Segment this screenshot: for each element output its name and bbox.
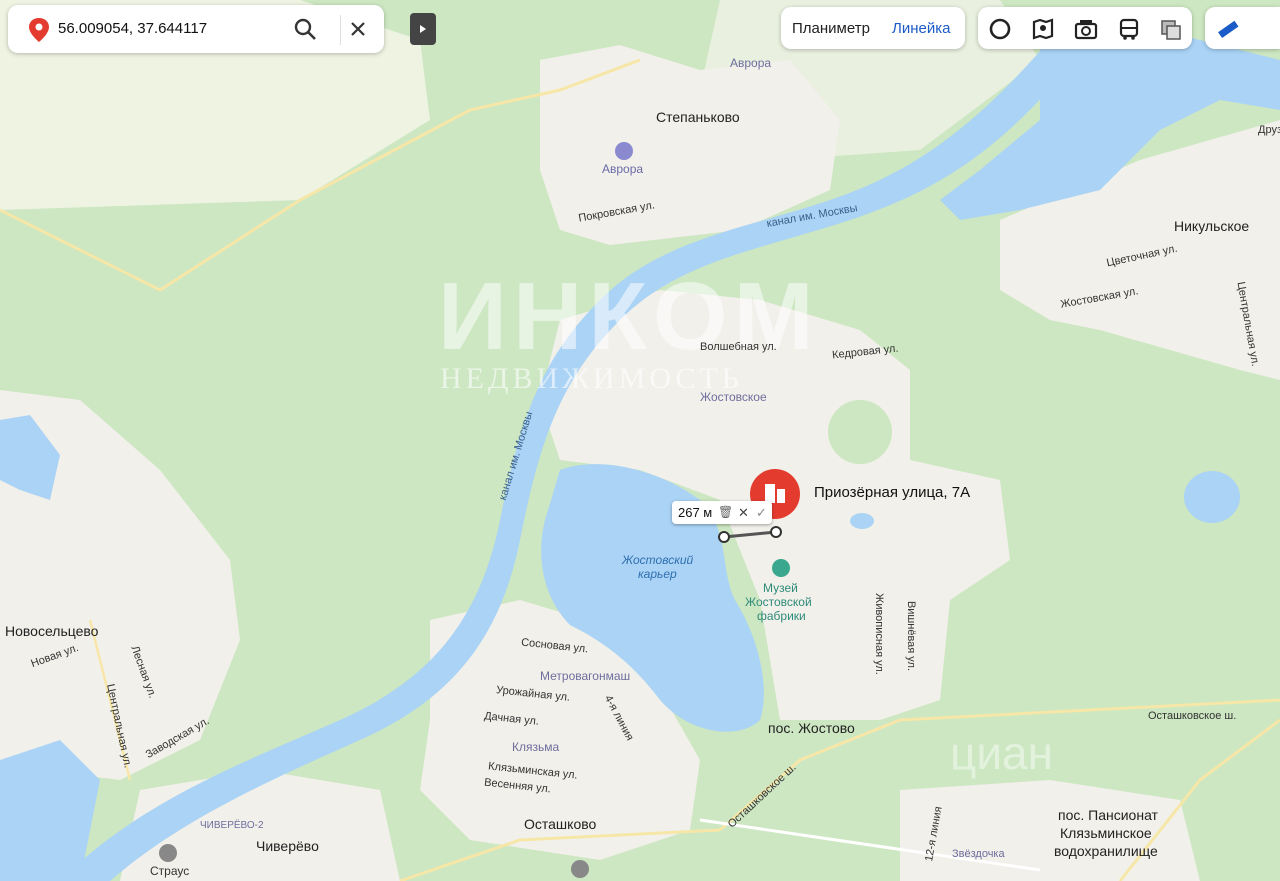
poi-avrora[interactable]: Аврора [602,162,643,176]
coordinates-input[interactable]: 56.009054, 37.644117 [58,20,207,37]
location-pin-icon [29,18,49,42]
museum-label-line1[interactable]: Музей [763,581,798,595]
place-stepankovo[interactable]: Степаньково [656,109,740,125]
panel-toggle-button[interactable] [410,13,436,45]
ruler-toolbar [1205,7,1280,49]
street-zhivopisnaya: Живописная ул. [872,593,885,675]
place-klyazma: Клязьма [512,740,560,754]
watermark-brand: ИНКОМ [438,263,820,370]
measure-toolbar: Планиметр Линейка [781,7,965,49]
place-avrora-top: Аврора [730,56,772,70]
watermark-brand-sub: НЕДВИЖИМОСТЬ [440,362,743,395]
street-ostashkovskoe-sh-right: Осташковское ш. [1148,710,1237,722]
check-icon[interactable]: ✓ [756,505,767,521]
close-icon[interactable]: ✕ [738,505,749,521]
search-divider [340,15,341,45]
transport-bus-icon[interactable] [1116,17,1142,41]
map-layer-icon[interactable] [1030,17,1056,41]
layers-icon[interactable] [1158,17,1184,41]
ruler-icon[interactable] [1215,17,1241,41]
straus-poi-icon [159,844,177,862]
measurement-point-end [770,526,782,538]
museum-poi-icon [772,559,790,577]
play-arrow-icon [420,25,426,33]
planimeter-button[interactable]: Планиметр [792,20,870,37]
close-icon[interactable] [346,17,370,41]
water-quarry-line2: карьер [638,567,677,581]
pond [850,513,874,529]
street-volshebnaya: Волшебная ул. [700,341,777,353]
trash-icon[interactable]: 🗑 [718,505,733,519]
place-ostashkovo[interactable]: Осташково [524,816,596,832]
place-nikulskoe[interactable]: Никульское [1174,218,1249,234]
measurement-distance: 267 м [678,505,713,520]
place-pansionat-line3[interactable]: водохранилище [1054,843,1158,859]
museum-label-line3[interactable]: фабрики [757,609,806,623]
place-pos-zhostovo[interactable]: пос. Жостово [768,720,855,736]
place-novoseltsevo[interactable]: Новосельцево [5,623,98,639]
museum-label-line2[interactable]: Жостовской [745,595,812,609]
panorama-camera-icon[interactable] [1073,17,1099,41]
pond [1184,471,1240,523]
water-quarry-line1: Жостовский [622,553,694,567]
circle-tool-icon[interactable] [987,17,1013,41]
ruler-button[interactable]: Линейка [892,20,950,37]
place-zhostovskoe[interactable]: Жостовское [700,390,767,404]
park [828,400,892,464]
church-poi-icon [571,860,589,878]
place-chiverevo2: ЧИВЕРЁВО-2 [200,820,264,831]
place-chiverevo[interactable]: Чиверёво [256,838,319,854]
place-metrovagonmash: Метровагонмаш [540,669,631,683]
map-canvas[interactable] [0,0,1280,881]
street-vishnevaya: Вишнёвая ул. [905,600,918,672]
place-pansionat-line2[interactable]: Клязьминское [1060,825,1152,841]
poi-straus[interactable]: Страус [150,864,189,878]
search-box: 56.009054, 37.644117 [8,5,384,53]
place-pansionat-line1[interactable]: пос. Пансионат [1058,807,1158,823]
marker-label[interactable]: Приозёрная улица, 7А [814,484,970,501]
hotel-poi-icon [615,142,633,160]
map-tools-toolbar [978,7,1192,49]
search-icon[interactable] [293,17,317,41]
place-zvezdochka: Звёздочка [952,848,1005,860]
place-druzhba-partial: Друз [1258,124,1280,136]
watermark-cian: циан [950,727,1054,779]
measurement-popup: 267 м 🗑 ✕ ✓ [672,501,772,524]
measurement-point-start [718,531,730,543]
